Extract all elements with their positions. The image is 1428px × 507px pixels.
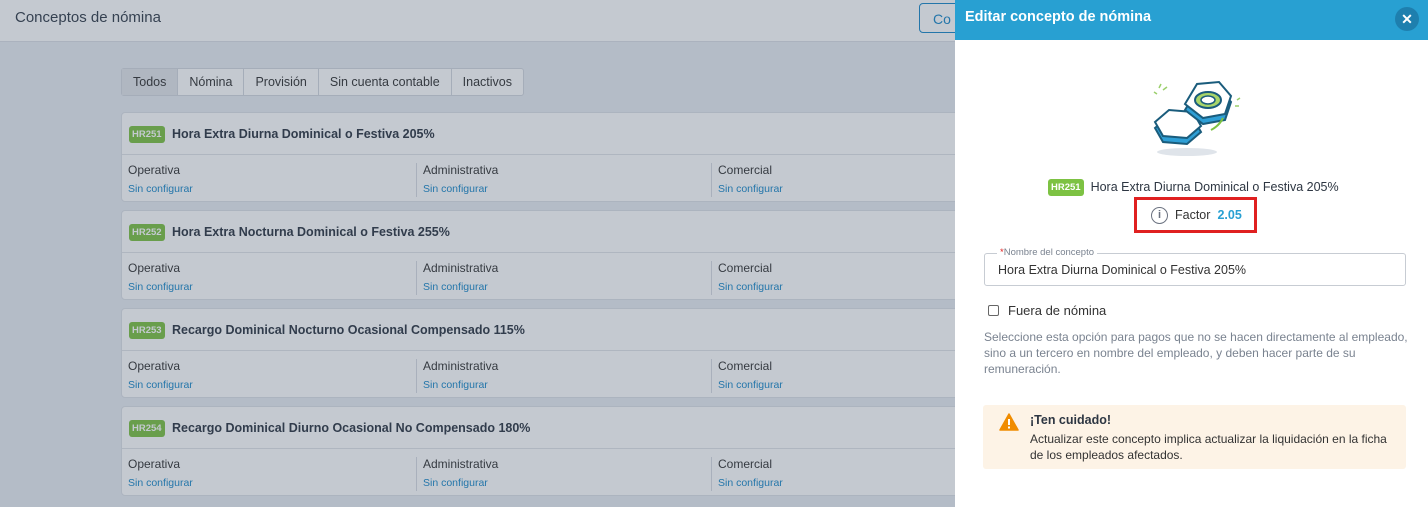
concept-detail-row: HR251 Hora Extra Diurna Dominical o Fest…: [1048, 178, 1339, 196]
concept-code-badge: HR251: [1048, 178, 1084, 196]
fuera-de-nomina-label[interactable]: Fuera de nómina: [1008, 303, 1106, 318]
panel-title: Editar concepto de nómina: [965, 9, 1152, 25]
factor-highlight: i Factor 2.05: [1134, 197, 1257, 233]
fuera-de-nomina-row[interactable]: Fuera de nómina: [988, 303, 1106, 318]
concept-name-label: *Nombre del concepto: [997, 247, 1098, 258]
help-text: Seleccione esta opción para pagos que no…: [984, 330, 1408, 376]
panel-header: Editar concepto de nómina ✕: [955, 0, 1428, 40]
modal-backdrop[interactable]: [0, 0, 955, 507]
factor-label: Factor: [1175, 208, 1211, 222]
warning-text: Actualizar este concepto implica actuali…: [1030, 432, 1387, 462]
concept-detail-title: Hora Extra Diurna Dominical o Festiva 20…: [1090, 180, 1339, 194]
concept-name-input[interactable]: [998, 263, 1393, 277]
warning-title: ¡Ten cuidado!: [1030, 413, 1112, 427]
concept-name-field: *Nombre del concepto: [984, 247, 1406, 286]
warning-icon: [999, 413, 1019, 431]
factor-value: 2.05: [1217, 208, 1242, 222]
edit-concept-panel: Editar concepto de nómina ✕ HR251 Hora E…: [955, 0, 1428, 507]
close-icon[interactable]: ✕: [1395, 7, 1419, 31]
hex-nut-illustration: [1153, 80, 1241, 156]
warning-box: ¡Ten cuidado! Actualizar este concepto i…: [983, 405, 1406, 469]
info-icon[interactable]: i: [1151, 206, 1168, 224]
concept-name-label-text: Nombre del concepto: [1003, 247, 1095, 258]
fuera-de-nomina-checkbox[interactable]: [988, 305, 999, 316]
